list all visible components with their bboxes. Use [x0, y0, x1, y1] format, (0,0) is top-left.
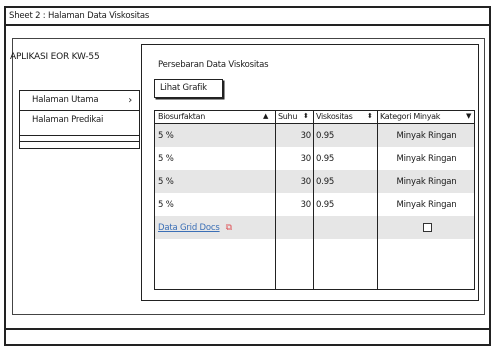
column-header-kategori-minyak[interactable]: Kategori Minyak ▼: [377, 111, 476, 124]
external-link-icon[interactable]: ⧉: [226, 223, 232, 233]
cell-viskositas: 0.95: [316, 154, 335, 164]
cell-biosurfaktan: 5 %: [158, 200, 174, 210]
cell-kategori-minyak: Minyak Ringan: [396, 154, 457, 164]
nav-item-label: Halaman Predikai: [32, 115, 104, 125]
nav-item-label: Halaman Utama: [32, 95, 99, 105]
chevron-right-icon: ›: [128, 95, 132, 106]
data-grid: Biosurfaktan ▲ Suhu ⬍ Viskositas ⬍ Kateg…: [154, 110, 475, 290]
column-header-biosurfaktan[interactable]: Biosurfaktan ▲: [155, 111, 275, 124]
cell-kategori-minyak: Minyak Ringan: [396, 200, 457, 210]
column-header-label: Kategori Minyak: [380, 112, 441, 121]
column-header-label: Viskositas: [316, 112, 353, 121]
data-grid-docs-link[interactable]: Data Grid Docs ⧉: [158, 216, 232, 239]
cell-biosurfaktan: 5 %: [158, 131, 174, 141]
view-chart-button[interactable]: Lihat Grafik: [154, 79, 223, 98]
table-row[interactable]: 5 % 30 0.95 Minyak Ringan: [155, 147, 474, 170]
table-row[interactable]: Data Grid Docs ⧉: [155, 216, 474, 239]
side-navigation: Halaman Utama › Halaman Predikai: [19, 90, 140, 149]
column-header-suhu[interactable]: Suhu ⬍: [275, 111, 313, 124]
table-row[interactable]: 5 % 30 0.95 Minyak Ringan: [155, 124, 474, 147]
column-header-label: Biosurfaktan: [158, 112, 205, 121]
grid-header: Biosurfaktan ▲ Suhu ⬍ Viskositas ⬍ Kateg…: [155, 111, 474, 124]
cell-suhu: 30: [300, 154, 312, 164]
sort-asc-icon[interactable]: ▲: [263, 112, 268, 120]
table-row[interactable]: 5 % 30 0.95 Minyak Ringan: [155, 193, 474, 216]
cell-kategori-minyak: Minyak Ringan: [396, 177, 457, 187]
cell-viskositas: 0.95: [316, 200, 335, 210]
sort-both-icon[interactable]: ⬍: [367, 112, 373, 120]
link-label[interactable]: Data Grid Docs: [158, 223, 220, 233]
bottom-bar: [6, 328, 489, 344]
cell-biosurfaktan: 5 %: [158, 154, 174, 164]
nav-item-halaman-utama[interactable]: Halaman Utama ›: [20, 91, 139, 111]
table-row[interactable]: 5 % 30 0.95 Minyak Ringan: [155, 170, 474, 193]
cell-suhu: 30: [300, 200, 312, 210]
column-divider: [377, 111, 378, 289]
column-divider: [313, 111, 314, 289]
panel-title: Persebaran Data Viskositas: [158, 60, 269, 70]
cell-biosurfaktan: 5 %: [158, 177, 174, 187]
cell-viskositas: 0.95: [316, 177, 335, 187]
sheet-title: Sheet 2 : Halaman Data Viskositas: [6, 8, 489, 26]
sort-both-icon[interactable]: ⬍: [303, 112, 309, 120]
cell-suhu: 30: [300, 177, 312, 187]
row-checkbox[interactable]: [423, 223, 432, 232]
column-header-label: Suhu: [278, 112, 298, 121]
column-header-viskositas[interactable]: Viskositas ⬍: [313, 111, 377, 124]
cell-kategori-minyak: Minyak Ringan: [396, 131, 457, 141]
cell-suhu: 30: [300, 131, 312, 141]
column-divider: [275, 111, 276, 289]
cell-viskositas: 0.95: [316, 131, 335, 141]
nav-item-halaman-predikai[interactable]: Halaman Predikai: [20, 111, 139, 131]
app-title: APLIKASI EOR KW-55: [10, 52, 100, 62]
nav-divider: [20, 135, 139, 136]
dropdown-icon[interactable]: ▼: [466, 112, 471, 120]
nav-divider: [20, 141, 139, 142]
